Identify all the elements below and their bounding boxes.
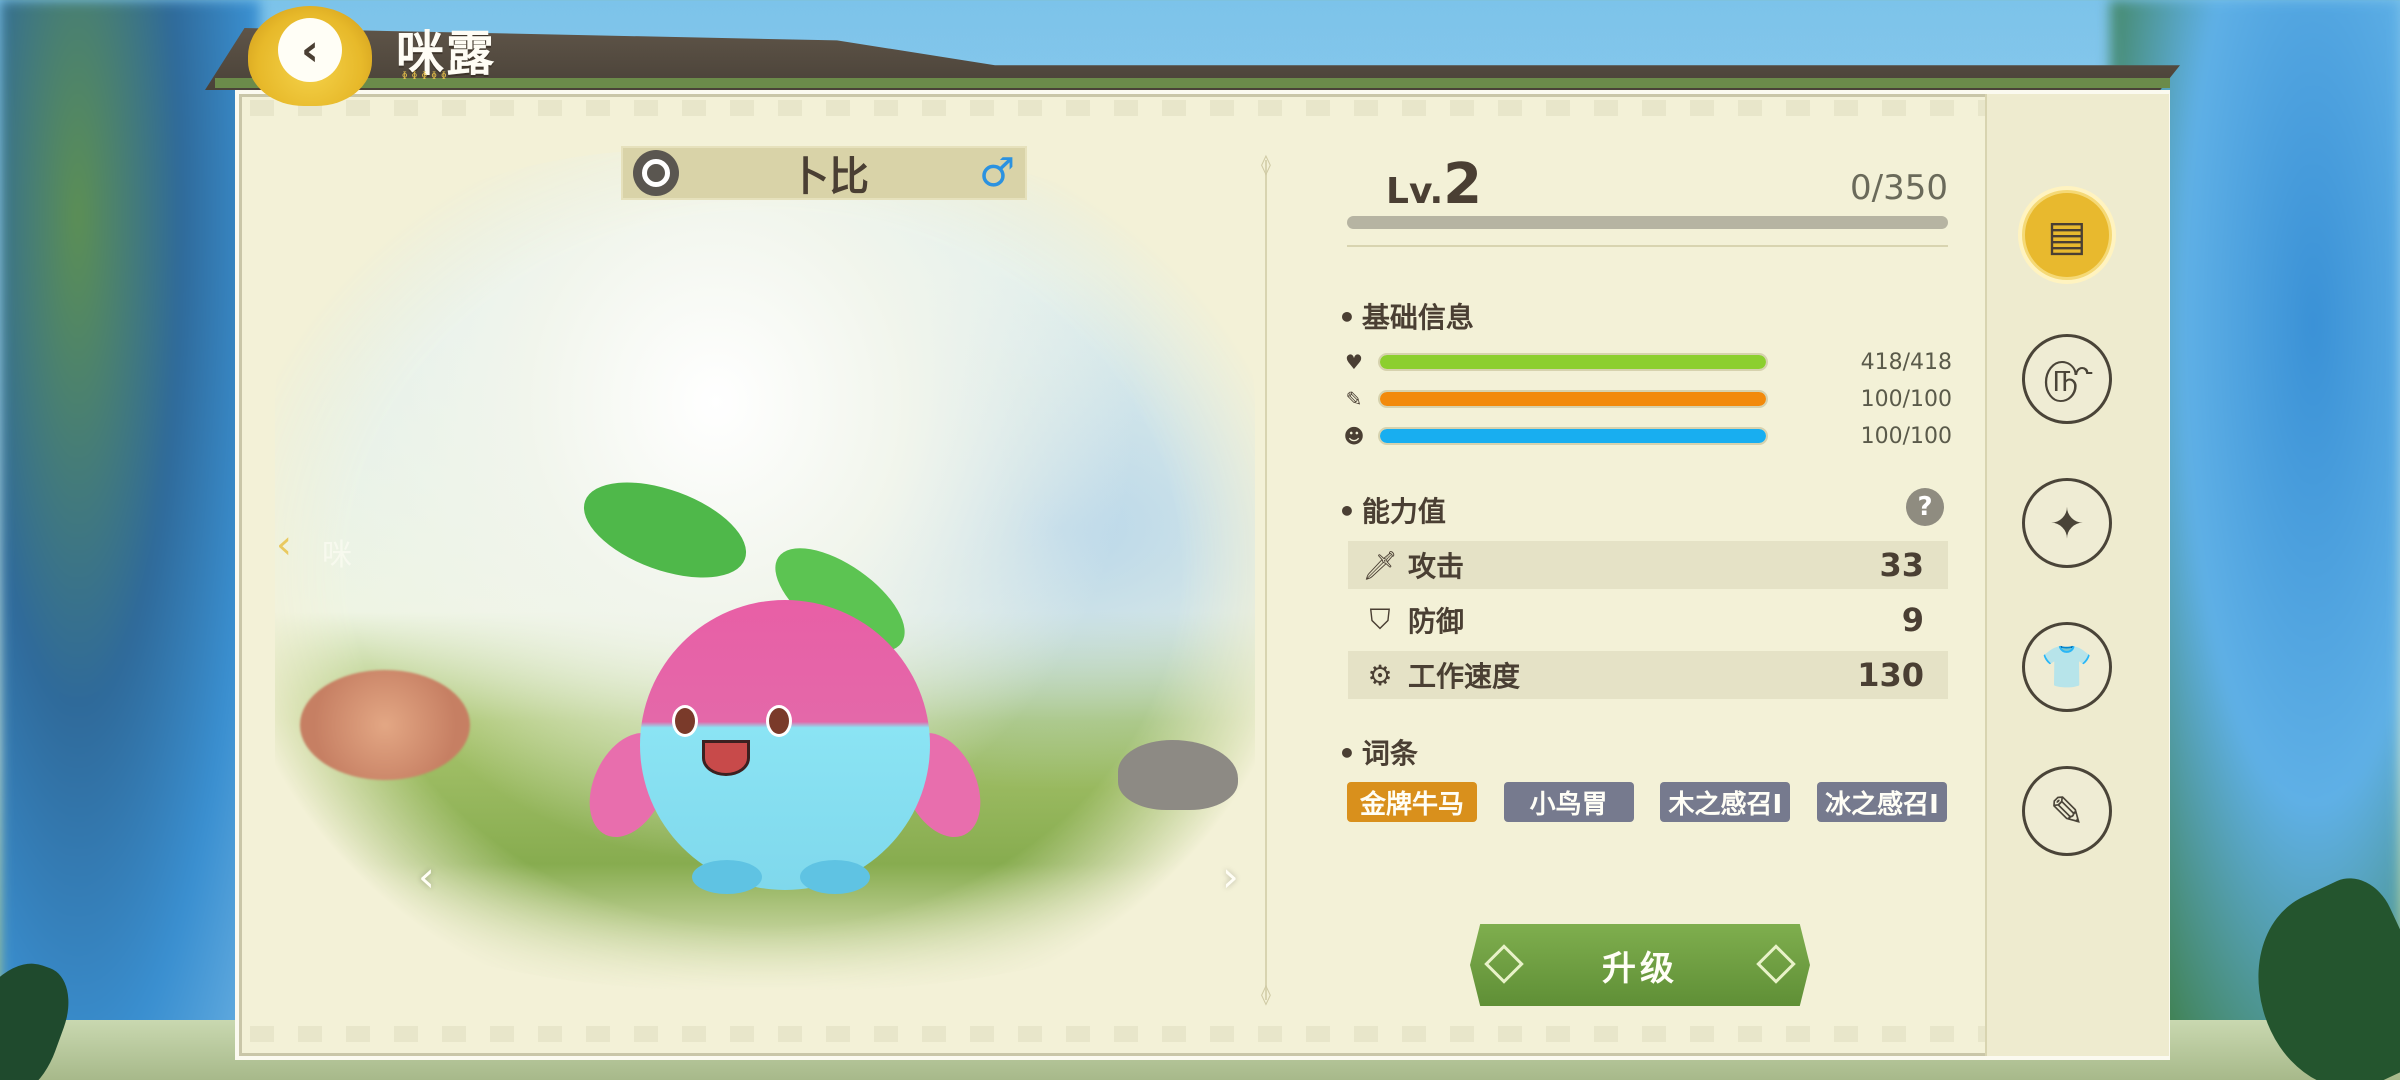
upgrade-label: 升级 (1602, 948, 1678, 989)
ability-label: 防御 (1408, 605, 1465, 638)
male-icon: ♂ (979, 150, 1015, 196)
level-value: 2 (1443, 152, 1483, 217)
next-pet-arrow-icon[interactable]: › (1222, 852, 1239, 901)
trait-tag[interactable]: 冰之感召I (1816, 782, 1947, 822)
stat-bar (1378, 390, 1768, 408)
bush-decoration (300, 670, 470, 780)
help-icon[interactable]: ? (1906, 488, 1944, 526)
divider-ornament: ◊ (1261, 982, 1271, 1006)
sparkle-icon[interactable]: ✦ (2022, 478, 2112, 568)
trait-tags: 金牌牛马 小鸟胃 木之感召I 冰之感召I (1347, 782, 1947, 822)
section-title-traits: 词条 (1338, 732, 1418, 772)
heart-icon: ♥ (1345, 350, 1363, 374)
ability-row-work-speed: ⚙ 工作速度 130 (1348, 651, 1948, 699)
ability-value: 33 (1879, 546, 1924, 584)
section-title-basic-info: 基础信息 (1338, 296, 1474, 336)
level-display: Lv.2 (1386, 152, 1482, 217)
pet-eye (672, 705, 698, 737)
background-left (0, 0, 260, 1080)
panel-border-pattern (250, 1026, 1990, 1042)
divider-ornament: ◊ (1261, 152, 1271, 176)
gear-icon: ⚙ (1367, 658, 1393, 692)
sword-icon: 🗡 (1362, 548, 1398, 582)
pet-model[interactable] (571, 463, 996, 900)
title-decoration: ᶲᶲᶲᶲᶲ (402, 70, 451, 86)
upgrade-button[interactable]: 升级 (1470, 924, 1810, 1006)
pet-eye (766, 705, 792, 737)
stat-bar-fill (1380, 355, 1766, 369)
exp-bar (1347, 216, 1948, 229)
stat-bar-fill (1380, 392, 1766, 406)
header-stripe (215, 78, 2170, 88)
stat-row-mood: ☻ 100/100 (1340, 422, 1952, 450)
ability-row-attack: 🗡 攻击 33 (1348, 541, 1948, 589)
pet-body (640, 600, 930, 890)
diamond-ornament-icon (1756, 944, 1796, 984)
stat-bar-fill (1380, 429, 1766, 443)
edit-note-icon[interactable]: ✎ (2022, 766, 2112, 856)
stat-row-health: ♥ 418/418 (1340, 348, 1952, 376)
panel-divider (1265, 160, 1267, 1000)
skill-swirl-icon[interactable]: ௹ (2022, 334, 2112, 424)
pet-name: 卜比 (789, 154, 870, 200)
ability-row-defense: ⛉ 防御 9 (1348, 596, 1948, 644)
ability-value: 130 (1857, 656, 1924, 694)
back-arrow-icon: ‹ (278, 18, 342, 82)
trait-tag[interactable]: 木之感召I (1660, 782, 1791, 822)
stat-bar (1378, 427, 1768, 445)
stat-value: 418/418 (1860, 349, 1952, 375)
pet-mouth (702, 740, 750, 776)
ability-label: 攻击 (1408, 550, 1465, 583)
section-title-abilities: 能力值 (1338, 490, 1446, 530)
shield-icon: ⛉ (1369, 603, 1391, 636)
smiley-icon: ☻ (1343, 424, 1365, 448)
stat-bar (1378, 353, 1768, 371)
level-label: Lv. (1386, 171, 1444, 212)
pet-nameplate: 卜比 ♂ (621, 146, 1027, 200)
panel-border-pattern (250, 100, 1990, 116)
stat-row-hunger: ✎ 100/100 (1340, 385, 1952, 413)
stat-value: 100/100 (1860, 423, 1952, 449)
stat-value: 100/100 (1860, 386, 1952, 412)
prev-pet-arrow-icon[interactable]: ‹ (418, 852, 435, 901)
ability-value: 9 (1901, 601, 1924, 639)
trait-tag[interactable]: 金牌牛马 (1347, 782, 1477, 822)
exp-text: 0/350 (1850, 168, 1948, 208)
pet-foot (692, 860, 762, 894)
side-prev-arrow-icon[interactable]: ‹ (276, 522, 292, 568)
target-icon (633, 150, 679, 196)
bread-icon: ✎ (1345, 387, 1363, 411)
profile-card-icon[interactable]: ▤ (2022, 190, 2112, 280)
pet-foot (800, 860, 870, 894)
ability-label: 工作速度 (1408, 660, 1521, 693)
divider-line (1347, 245, 1948, 247)
side-prev-label: 咪 (322, 538, 352, 573)
trait-tag[interactable]: 小鸟胃 (1503, 782, 1634, 822)
diamond-ornament-icon (1484, 944, 1524, 984)
back-button[interactable]: ‹ (248, 6, 372, 106)
shirt-icon[interactable]: 👕 (2022, 622, 2112, 712)
